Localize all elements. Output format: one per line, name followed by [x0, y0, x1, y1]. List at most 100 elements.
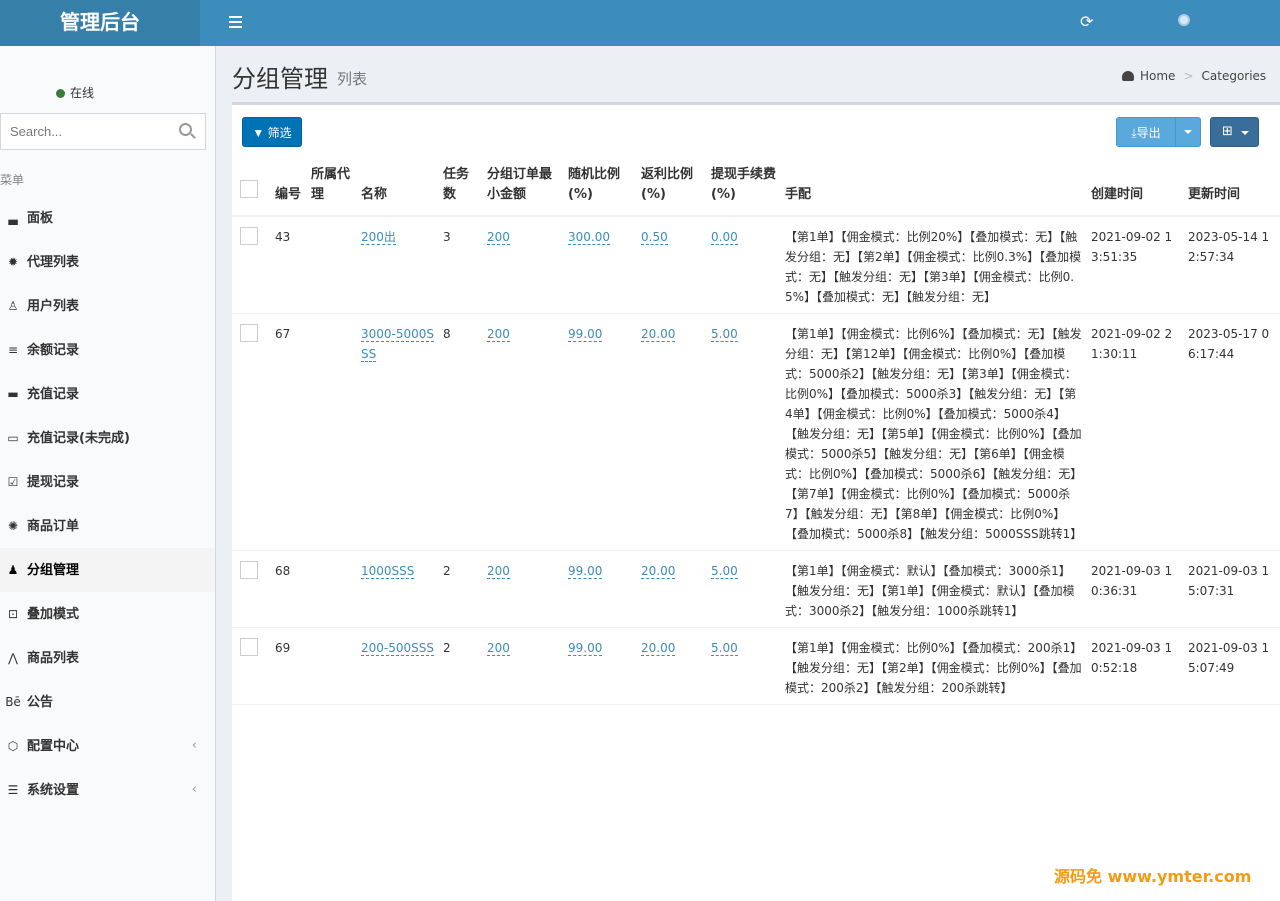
col-rebate-ratio-editable-link[interactable]: 20.00: [641, 564, 676, 579]
row-checkbox[interactable]: [240, 227, 258, 245]
col-rebate-ratio-editable-link[interactable]: 20.00: [641, 327, 676, 342]
col-rebate-ratio-cell: 0.50: [637, 216, 707, 314]
breadcrumb-home[interactable]: Home: [1140, 69, 1175, 83]
col-random-ratio-cell: 99.00: [564, 550, 637, 628]
col-updated-cell: 2023-05-14 12:57:34: [1184, 216, 1280, 314]
col-name-editable-link[interactable]: 1000SSS: [361, 564, 415, 579]
col-fee-editable-link[interactable]: 0.00: [711, 230, 738, 245]
col-name-cell: 200-500SSS: [357, 627, 439, 705]
col-id-cell: 69: [271, 627, 307, 705]
col-fee-editable-link[interactable]: 5.00: [711, 641, 738, 656]
select-all-cell: [232, 157, 271, 217]
col-id-cell: 67: [271, 313, 307, 551]
sidebar-item[interactable]: ▬ 充值记录: [0, 372, 215, 416]
col-min-amount-header[interactable]: 分组订单最小金额: [483, 157, 564, 217]
users-icon: ♙: [7, 299, 19, 313]
sidebar-item[interactable]: ♙ 用户列表: [0, 284, 215, 328]
sidebar-item[interactable]: ☑ 提现记录: [0, 460, 215, 504]
col-min-amount-editable-link[interactable]: 200: [487, 230, 510, 245]
sidebar-item-label: 提现记录: [27, 475, 80, 490]
app-logo[interactable]: 管理后台: [0, 0, 200, 46]
sidebar-item[interactable]: ⊡ 叠加模式: [0, 592, 215, 636]
groups-table: 编号 所属代理 名称 任务数 分组订单最小金额 随机比例(%) 返利比例(%) 提现手续费(%…: [232, 157, 1280, 705]
tv-icon: ⊡: [7, 607, 19, 621]
sidebar-toggle-icon[interactable]: [229, 13, 245, 33]
user-avatar-icon[interactable]: [1178, 14, 1190, 26]
col-created-header[interactable]: 创建时间: [1087, 157, 1184, 217]
row-checkbox[interactable]: [240, 638, 258, 656]
sidebar-item-label: 面板: [27, 211, 54, 226]
top-navbar: 管理后台 ⟳: [0, 0, 1280, 46]
card-icon: ▬: [7, 387, 19, 401]
row-checkbox[interactable]: [240, 324, 258, 342]
col-updated-cell: 2021-09-03 15:07:31: [1184, 550, 1280, 628]
sidebar-item[interactable]: ♟ 分组管理: [0, 548, 215, 592]
col-min-amount-cell: 200: [483, 216, 564, 314]
select-all-checkbox[interactable]: [240, 180, 258, 198]
sidebar-item[interactable]: ✺ 商品订单: [0, 504, 215, 548]
sidebar-item-label: 配置中心: [27, 739, 80, 754]
col-name-editable-link[interactable]: 200-500SSS: [361, 641, 434, 656]
columns-toggle-button[interactable]: ⊞: [1210, 117, 1259, 147]
export-button[interactable]: ⤓导出: [1116, 117, 1176, 147]
sidebar-item[interactable]: ≡ 余额记录: [0, 328, 215, 372]
col-updated-header[interactable]: 更新时间: [1184, 157, 1280, 217]
col-name-header[interactable]: 名称: [357, 157, 439, 217]
sidebar-item[interactable]: Bē 公告: [0, 680, 215, 724]
col-min-amount-editable-link[interactable]: 200: [487, 641, 510, 656]
col-name-editable-link[interactable]: 3000-5000SSS: [361, 327, 435, 362]
col-created-cell: 2021-09-03 10:36:31: [1087, 550, 1184, 628]
col-name-editable-link[interactable]: 200出: [361, 230, 396, 245]
col-rebate-ratio-cell: 20.00: [637, 627, 707, 705]
export-dropdown-button[interactable]: [1175, 117, 1201, 147]
sidebar-item[interactable]: ▭ 充值记录(未完成): [0, 416, 215, 460]
col-random-ratio-header[interactable]: 随机比例(%): [564, 157, 637, 217]
filter-button[interactable]: ▼ 筛选: [242, 117, 302, 147]
sidebar-item-label: 商品列表: [27, 651, 80, 666]
sidebar-item[interactable]: ✹ 代理列表: [0, 240, 215, 284]
chevron-down-icon: [1241, 131, 1249, 135]
col-fee-header[interactable]: 提现手续费(%): [707, 157, 781, 217]
col-config-cell: 【第1单】【佣金模式：默认】【叠加模式：3000杀1】【触发分组：无】【第1单】…: [781, 550, 1087, 628]
col-config-value: 【第1单】【佣金模式：比例20%】【叠加模式：无】【触发分组：无】【第2单】【佣…: [785, 230, 1082, 304]
col-id-header[interactable]: 编号: [271, 157, 307, 217]
sidebar-item-label: 充值记录: [27, 387, 80, 402]
col-random-ratio-editable-link[interactable]: 99.00: [568, 564, 603, 579]
sidebar-item[interactable]: ⋀ 商品列表: [0, 636, 215, 680]
col-id-value: 43: [275, 230, 291, 244]
col-fee-cell: 5.00: [707, 627, 781, 705]
col-random-ratio-editable-link[interactable]: 99.00: [568, 327, 603, 342]
col-fee-editable-link[interactable]: 5.00: [711, 564, 738, 579]
col-tasks-header[interactable]: 任务数: [439, 157, 483, 217]
col-tasks-value: 3: [443, 230, 451, 244]
row-select-cell: [232, 550, 271, 628]
sidebar-item[interactable]: ▃ 面板: [0, 196, 215, 240]
col-rebate-ratio-editable-link[interactable]: 0.50: [641, 230, 668, 245]
col-rebate-ratio-header[interactable]: 返利比例(%): [637, 157, 707, 217]
online-dot-icon: [56, 89, 65, 98]
col-rebate-ratio-cell: 20.00: [637, 550, 707, 628]
sidebar-item[interactable]: ☰ 系统设置 ‹: [0, 768, 215, 812]
col-agent-header[interactable]: 所属代理: [307, 157, 357, 217]
col-agent-cell: [307, 550, 357, 628]
table-row: 69 200-500SSS 2 200 99.00 20.00 5.00 【第1单】【佣金模式…: [232, 627, 1280, 705]
col-fee-editable-link[interactable]: 5.00: [711, 327, 738, 342]
col-fee-cell: 0.00: [707, 216, 781, 314]
search-input[interactable]: [1, 114, 166, 149]
col-rebate-ratio-editable-link[interactable]: 20.00: [641, 641, 676, 656]
search-icon[interactable]: [179, 123, 192, 136]
sidebar-item[interactable]: ⬡ 配置中心 ‹: [0, 724, 215, 768]
sidebar-search: [0, 113, 206, 150]
col-agent-cell: [307, 313, 357, 551]
col-min-amount-editable-link[interactable]: 200: [487, 327, 510, 342]
table-row: 43 200出 3 200 300.00 0.50 0.00 【第1单】【佣金模式：比例20%…: [232, 216, 1280, 314]
behance-icon: Bē: [5, 695, 21, 709]
col-rebate-ratio-cell: 20.00: [637, 313, 707, 551]
sidebar-item-label: 商品订单: [27, 519, 80, 534]
col-random-ratio-editable-link[interactable]: 300.00: [568, 230, 610, 245]
col-min-amount-editable-link[interactable]: 200: [487, 564, 510, 579]
col-config-header[interactable]: 手配: [781, 157, 1087, 217]
refresh-icon[interactable]: ⟳: [1080, 12, 1093, 31]
row-checkbox[interactable]: [240, 561, 258, 579]
col-random-ratio-editable-link[interactable]: 99.00: [568, 641, 603, 656]
